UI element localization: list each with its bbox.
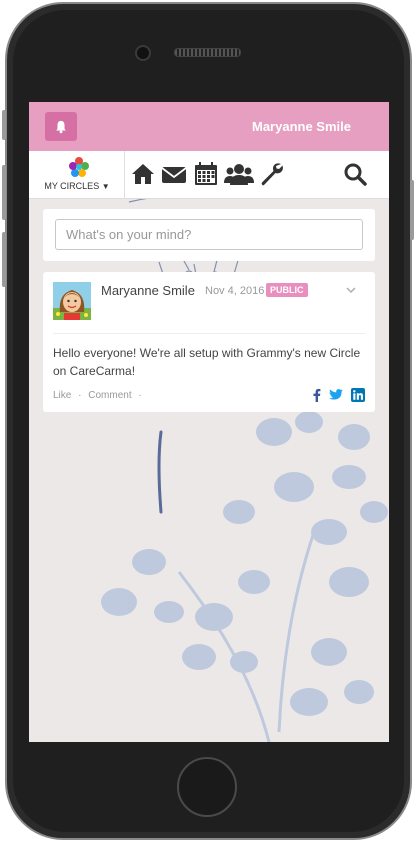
facebook-icon[interactable] [313, 388, 321, 402]
my-circles-dropdown[interactable]: MY CIRCLES ▼ [29, 151, 125, 198]
envelope-icon[interactable] [161, 161, 187, 187]
post-card: Maryanne Smile Nov 4, 2016 PUBLIC Hello … [43, 272, 375, 412]
action-separator: · [78, 390, 82, 401]
post-date[interactable]: Nov 4, 2016 [205, 285, 264, 297]
top-bar: Maryanne Smile [29, 102, 389, 151]
user-menu-name[interactable]: Maryanne Smile [252, 119, 351, 134]
circles-logo-icon [69, 157, 89, 177]
composer-card: What's on your mind? [43, 209, 375, 261]
earpiece-speaker [174, 48, 241, 57]
post-author[interactable]: Maryanne Smile [101, 283, 195, 298]
avatar[interactable] [53, 282, 91, 320]
wrench-icon[interactable] [259, 161, 285, 187]
mute-switch [2, 110, 6, 140]
post-actions: Like · Comment · [53, 390, 146, 401]
post-divider [53, 333, 365, 334]
home-button[interactable] [177, 757, 237, 817]
nav-bar: MY CIRCLES ▼ [29, 151, 389, 199]
chevron-down-icon[interactable] [346, 286, 356, 294]
power-button [410, 180, 414, 240]
linkedin-icon[interactable] [351, 388, 365, 402]
search-icon[interactable] [343, 161, 367, 187]
calendar-icon[interactable] [193, 161, 219, 187]
users-icon[interactable] [224, 161, 254, 187]
front-camera [135, 45, 151, 61]
notifications-button[interactable] [45, 112, 77, 141]
my-circles-label: MY CIRCLES ▼ [44, 181, 110, 191]
volume-down-button [2, 232, 6, 287]
bell-icon [56, 120, 66, 133]
comment-link[interactable]: Comment [88, 390, 131, 401]
twitter-icon[interactable] [329, 388, 343, 402]
post-body: Hello everyone! We're all setup with Gra… [53, 346, 361, 378]
action-separator: · [138, 390, 142, 401]
app-screen: Maryanne Smile MY CIRCLES ▼ What's on yo… [29, 102, 389, 742]
like-link[interactable]: Like [53, 390, 71, 401]
volume-up-button [2, 165, 6, 220]
caret-down-icon: ▼ [101, 182, 110, 191]
visibility-badge: PUBLIC [266, 283, 308, 297]
home-icon[interactable] [130, 161, 156, 187]
status-input[interactable]: What's on your mind? [55, 219, 363, 250]
